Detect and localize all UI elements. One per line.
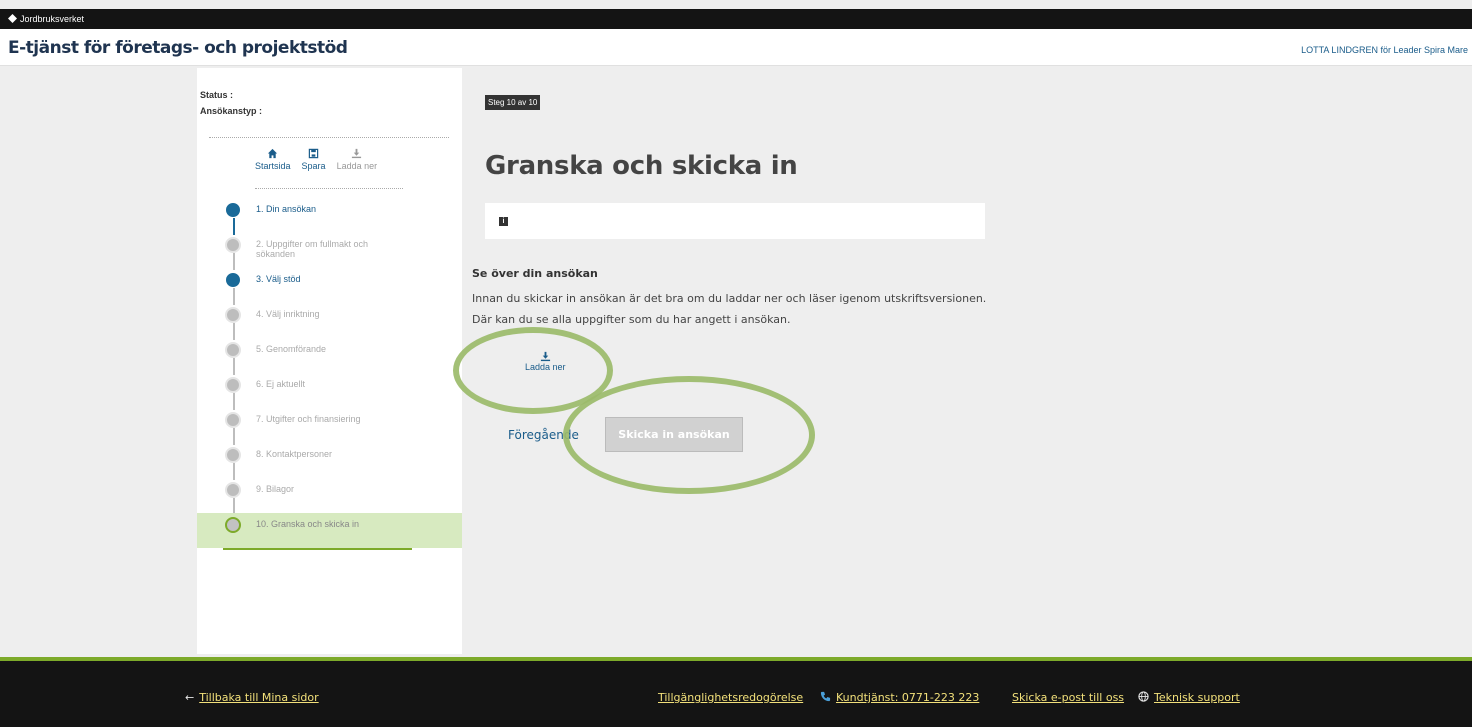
download-icon [540, 351, 550, 362]
save-label: Spara [301, 161, 326, 171]
review-heading: Se över din ansökan [472, 267, 598, 280]
step-indicator-icon [226, 203, 240, 217]
application-type-label: Ansökanstyp : [200, 106, 263, 116]
application-meta: Status : Ansökanstyp : [200, 87, 262, 119]
home-label: Startsida [255, 161, 291, 171]
download-label: Ladda ner [336, 161, 378, 171]
support-label: Teknisk support [1154, 691, 1240, 704]
review-text: Innan du skickar in ansökan är det bra o… [472, 288, 986, 330]
email-link[interactable]: Skicka e-post till oss [1012, 691, 1124, 704]
step-label: 3. Välj stöd [256, 274, 301, 284]
info-box: i [485, 203, 985, 239]
step-item[interactable]: 8. Kontaktpersoner [197, 443, 462, 480]
previous-button[interactable]: Föregående [508, 428, 579, 442]
save-icon [308, 148, 319, 159]
info-icon: i [499, 217, 508, 226]
download-label: Ladda ner [525, 362, 566, 372]
step-item[interactable]: 1. Din ansökan [197, 198, 462, 235]
step-item[interactable]: 5. Genomförande [197, 338, 462, 375]
step-label: 7. Utgifter och finansiering [256, 414, 361, 424]
step-item[interactable]: 3. Välj stöd [197, 268, 462, 305]
step-indicator-icon [225, 517, 241, 533]
step-item[interactable]: 6. Ej aktuellt [197, 373, 462, 410]
download-icon [352, 148, 362, 159]
home-button[interactable]: Startsida [255, 148, 291, 171]
step-label: 6. Ej aktuellt [256, 379, 306, 389]
step-label: 2. Uppgifter om fullmakt och sökanden [256, 239, 369, 259]
step-label: 10. Granska och skicka in [256, 519, 360, 529]
step-indicator-icon [225, 342, 241, 358]
step-item[interactable]: 7. Utgifter och finansiering [197, 408, 462, 445]
phone-label: Kundtjänst: 0771-223 223 [836, 691, 980, 704]
main-content: Steg 10 av 10 Granska och skicka in i Se… [472, 68, 1472, 654]
user-account-link[interactable]: LOTTA LINDGREN för Leader Spira Mare [1301, 45, 1468, 55]
step-label: 4. Välj inriktning [256, 309, 320, 319]
customer-service-phone-link[interactable]: Kundtjänst: 0771-223 223 [820, 691, 979, 704]
app-title: E-tjänst för företags- och projektstöd [8, 38, 348, 58]
accessibility-link[interactable]: Tillgänglighetsredogörelse [658, 691, 803, 704]
back-link-label: Tillbaka till Mina sidor [199, 691, 319, 704]
app-header: E-tjänst för företags- och projektstöd L… [0, 29, 1472, 66]
step-label: 8. Kontaktpersoner [256, 449, 333, 459]
step-list: 1. Din ansökan 2. Uppgifter om fullmakt … [197, 198, 462, 550]
step-indicator-icon [225, 237, 241, 253]
top-brand-bar: Jordbruksverket [0, 9, 1472, 29]
divider [209, 137, 449, 138]
step-indicator-icon [225, 447, 241, 463]
step-item[interactable]: 4. Välj inriktning [197, 303, 462, 340]
step-item[interactable]: 9. Bilagor [197, 478, 462, 515]
page-title: Granska och skicka in [485, 151, 798, 181]
home-icon [268, 148, 278, 159]
brand-name: Jordbruksverket [20, 14, 85, 24]
review-line: Där kan du se alla uppgifter som du har … [472, 313, 791, 326]
step-label: 5. Genomförande [256, 344, 327, 354]
technical-support-link[interactable]: Teknisk support [1138, 691, 1240, 704]
active-step-underline [223, 548, 412, 550]
review-line: Innan du skickar in ansökan är det bra o… [472, 292, 987, 305]
arrow-left-icon: ← [185, 691, 195, 704]
application-sidebar: Status : Ansökanstyp : Startsida Spara L… [197, 68, 462, 654]
divider [255, 188, 403, 189]
step-item[interactable]: 2. Uppgifter om fullmakt och sökanden [197, 233, 462, 270]
step-indicator-icon [226, 273, 240, 287]
logo-icon [8, 14, 17, 23]
page-footer: ← Tillbaka till Mina sidor Tillgänglighet… [0, 661, 1472, 727]
step-indicator-icon [225, 412, 241, 428]
download-printout-button[interactable]: Ladda ner [525, 351, 566, 372]
sidebar-toolbar: Startsida Spara Ladda ner [255, 148, 377, 171]
step-indicator-icon [225, 307, 241, 323]
step-label: 9. Bilagor [256, 484, 295, 494]
step-item-current[interactable]: 10. Granska och skicka in [197, 513, 462, 550]
submit-application-button[interactable]: Skicka in ansökan [605, 417, 743, 452]
phone-icon [820, 691, 831, 702]
step-label: 1. Din ansökan [256, 204, 317, 214]
save-button[interactable]: Spara [302, 148, 326, 171]
sidebar-download-button[interactable]: Ladda ner [336, 148, 378, 171]
step-indicator-icon [225, 377, 241, 393]
status-label: Status : [200, 90, 234, 100]
back-to-my-pages-link[interactable]: ← Tillbaka till Mina sidor [185, 691, 319, 704]
step-indicator-icon [225, 482, 241, 498]
globe-icon [1138, 691, 1149, 702]
step-badge: Steg 10 av 10 [485, 95, 541, 110]
